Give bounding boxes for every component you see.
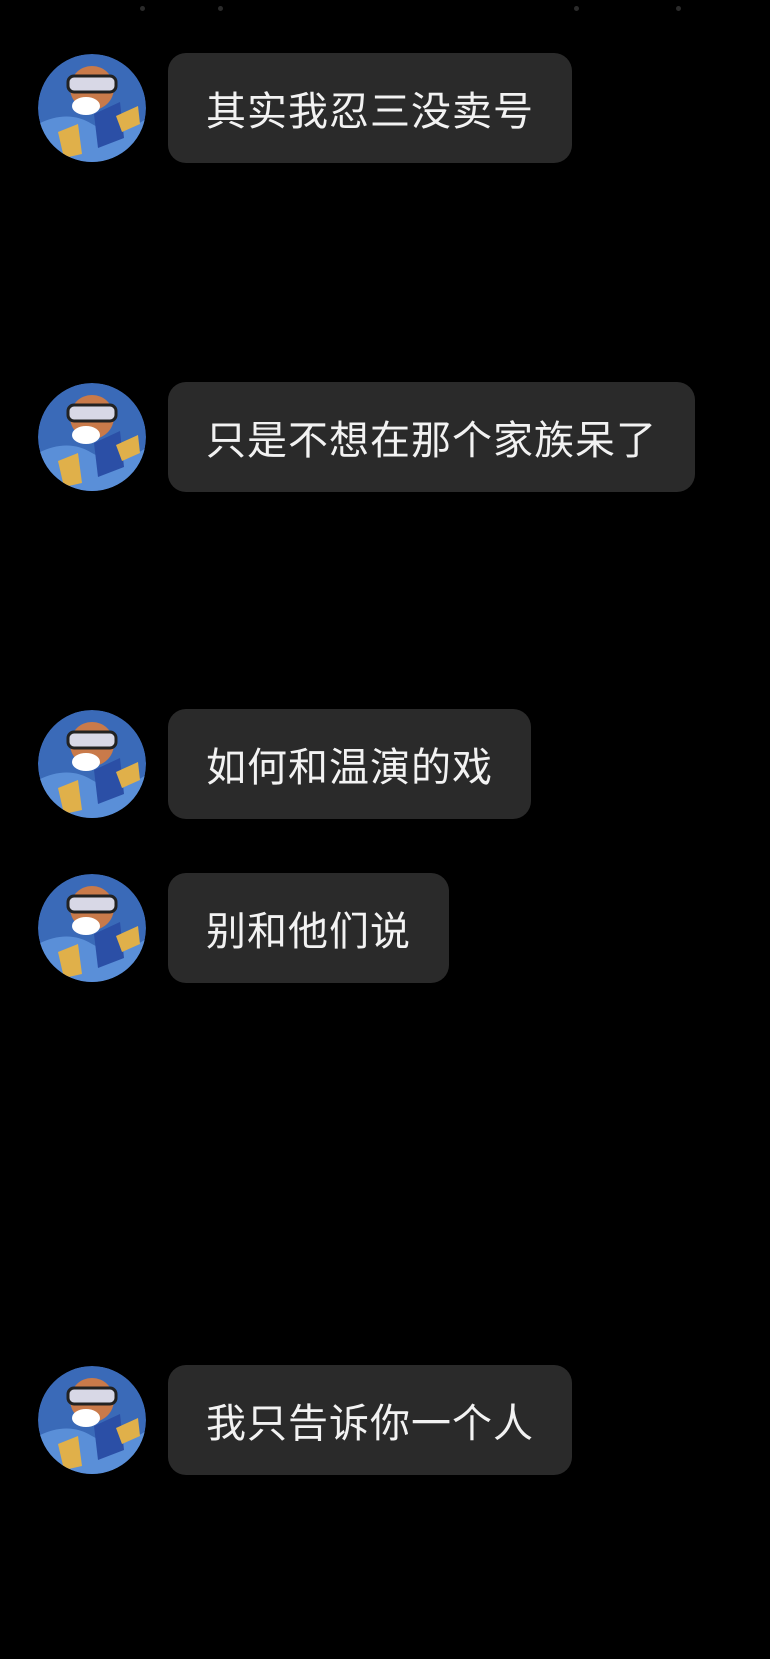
message-bubble[interactable]: 别和他们说 [168, 873, 449, 983]
message-bubble[interactable]: 只是不想在那个家族呆了 [168, 382, 695, 492]
message-row: 别和他们说 [38, 873, 449, 983]
user-avatar[interactable] [38, 383, 146, 491]
message-row: 如何和温演的戏 [38, 709, 531, 819]
message-row: 只是不想在那个家族呆了 [38, 382, 695, 492]
message-bubble[interactable]: 其实我忍三没卖号 [168, 53, 572, 163]
message-bubble[interactable]: 如何和温演的戏 [168, 709, 531, 819]
user-avatar[interactable] [38, 710, 146, 818]
message-row: 我只告诉你一个人 [38, 1365, 572, 1475]
message-row: 其实我忍三没卖号 [38, 53, 572, 163]
user-avatar[interactable] [38, 1366, 146, 1474]
user-avatar[interactable] [38, 54, 146, 162]
message-bubble[interactable]: 我只告诉你一个人 [168, 1365, 572, 1475]
user-avatar[interactable] [38, 874, 146, 982]
chat-thread[interactable]: 其实我忍三没卖号 只是不想在那个家族呆了 如何和温演的戏 别和他们说 我只告诉你… [0, 0, 770, 1659]
